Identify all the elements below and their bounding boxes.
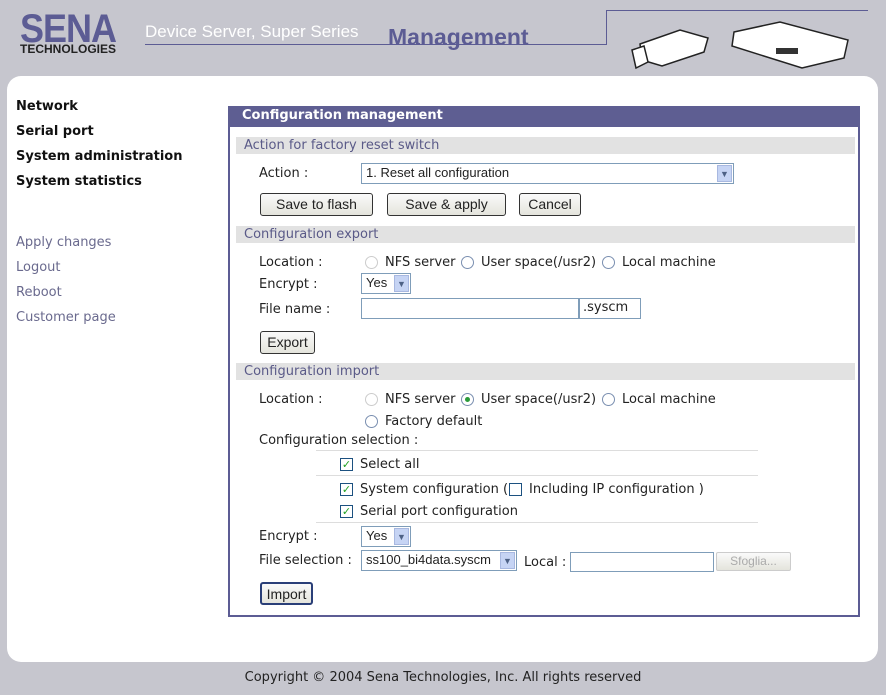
export-button[interactable]: Export xyxy=(260,331,315,354)
import-factory-label: Factory default xyxy=(385,414,483,429)
encrypt-value: Yes xyxy=(366,528,388,543)
link-customer-page[interactable]: Customer page xyxy=(16,310,116,325)
divider xyxy=(316,475,758,476)
export-local-label: Local machine xyxy=(622,255,716,270)
import-radio-local[interactable] xyxy=(602,393,615,406)
import-radio-user-space[interactable] xyxy=(461,393,474,406)
export-encrypt-label: Encrypt : xyxy=(259,277,318,292)
export-location-label: Location : xyxy=(259,255,323,270)
system-config-checkbox[interactable]: ✓ xyxy=(340,483,353,496)
section-import: Configuration import xyxy=(236,363,855,380)
serial-config-checkbox[interactable]: ✓ xyxy=(340,505,353,518)
device-images xyxy=(631,21,849,70)
export-nfs-label: NFS server xyxy=(385,255,456,270)
filename-extension: .syscm xyxy=(579,298,641,319)
divider xyxy=(316,522,758,523)
header-title: Management xyxy=(388,24,529,50)
system-config-label: System configuration ( xyxy=(360,482,509,497)
divider xyxy=(316,450,758,451)
action-value: 1. Reset all configuration xyxy=(366,165,510,180)
import-location-label: Location : xyxy=(259,392,323,407)
import-user-label: User space(/usr2) xyxy=(481,392,597,407)
import-local-label: Local machine xyxy=(622,392,716,407)
export-radio-nfs[interactable] xyxy=(365,256,378,269)
export-radio-local[interactable] xyxy=(602,256,615,269)
cancel-button[interactable]: Cancel xyxy=(519,193,581,216)
header-divider xyxy=(606,10,607,45)
section-export: Configuration export xyxy=(236,226,855,243)
header-divider xyxy=(606,10,868,11)
link-logout[interactable]: Logout xyxy=(16,260,61,275)
header-subtitle: Device Server, Super Series xyxy=(145,22,359,41)
export-user-label: User space(/usr2) xyxy=(481,255,597,270)
local-label: Local : xyxy=(524,555,567,570)
including-ip-label: Including IP configuration ) xyxy=(529,482,704,497)
serial-config-label: Serial port configuration xyxy=(360,504,518,519)
footer-copyright: Copyright © 2004 Sena Technologies, Inc.… xyxy=(244,670,642,685)
logo-subtext: TECHNOLOGIES xyxy=(20,42,117,56)
panel-title: Configuration management xyxy=(228,106,860,127)
file-value: ss100_bi4data.syscm xyxy=(366,552,492,567)
encrypt-value: Yes xyxy=(366,275,388,290)
action-select[interactable]: 1. Reset all configuration ▼ xyxy=(361,163,734,184)
save-apply-button[interactable]: Save & apply xyxy=(387,193,506,216)
nav-network[interactable]: Network xyxy=(16,99,78,114)
header-divider xyxy=(145,44,607,45)
action-label: Action : xyxy=(259,166,309,181)
filename-input[interactable] xyxy=(361,298,579,319)
file-selection-label: File selection : xyxy=(259,553,352,568)
chevron-down-icon: ▼ xyxy=(500,552,515,569)
chevron-down-icon: ▼ xyxy=(394,275,409,292)
selection-label: Configuration selection : xyxy=(259,433,419,448)
import-encrypt-label: Encrypt : xyxy=(259,529,318,544)
select-all-label: Select all xyxy=(360,457,420,472)
filename-label: File name : xyxy=(259,302,331,317)
import-radio-nfs[interactable] xyxy=(365,393,378,406)
import-encrypt-select[interactable]: Yes ▼ xyxy=(361,526,411,547)
chevron-down-icon: ▼ xyxy=(717,165,732,182)
browse-button[interactable]: Sfoglia... xyxy=(716,552,791,571)
export-radio-user-space[interactable] xyxy=(461,256,474,269)
section-factory-reset: Action for factory reset switch xyxy=(236,137,855,154)
import-radio-factory[interactable] xyxy=(365,415,378,428)
local-file-input[interactable] xyxy=(570,552,714,572)
file-selection-select[interactable]: ss100_bi4data.syscm ▼ xyxy=(361,550,517,571)
nav-system-statistics[interactable]: System statistics xyxy=(16,174,142,189)
nav-system-administration[interactable]: System administration xyxy=(16,149,182,164)
nav-serial-port[interactable]: Serial port xyxy=(16,124,94,139)
link-reboot[interactable]: Reboot xyxy=(16,285,62,300)
save-to-flash-button[interactable]: Save to flash xyxy=(260,193,373,216)
select-all-checkbox[interactable]: ✓ xyxy=(340,458,353,471)
import-button[interactable]: Import xyxy=(260,582,313,605)
export-encrypt-select[interactable]: Yes ▼ xyxy=(361,273,411,294)
import-nfs-label: NFS server xyxy=(385,392,456,407)
including-ip-checkbox[interactable] xyxy=(509,483,522,496)
link-apply-changes[interactable]: Apply changes xyxy=(16,235,111,250)
chevron-down-icon: ▼ xyxy=(394,528,409,545)
